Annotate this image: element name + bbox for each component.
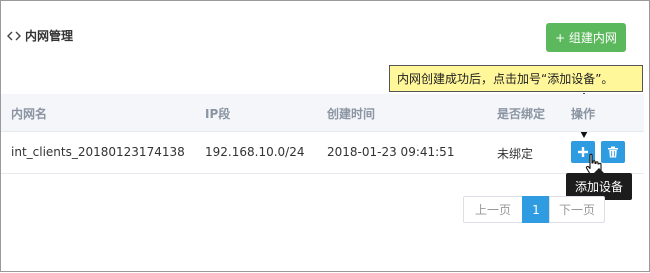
next-page-button[interactable]: 下一页	[549, 196, 605, 223]
column-header-created: 创建时间	[327, 107, 376, 121]
pagination: 上一页 1 下一页	[463, 196, 605, 223]
delete-button[interactable]	[601, 141, 625, 163]
content-panel: 内网管理 + 组建内网 内网创建成功后，点击加号“添加设备”。 内网名 IP段 …	[0, 0, 650, 272]
table-row: int_clients_20180123174138 192.168.10.0/…	[1, 132, 644, 174]
instruction-callout: 内网创建成功后，点击加号“添加设备”。	[389, 65, 643, 92]
cell-bound-status: 未绑定	[497, 147, 534, 161]
page-1-button[interactable]: 1	[522, 196, 550, 223]
prev-page-button[interactable]: 上一页	[463, 196, 523, 223]
column-header-name: 内网名	[11, 107, 48, 121]
column-header-bound: 是否绑定	[497, 107, 546, 121]
cell-created-time: 2018-01-23 09:41:51	[327, 145, 455, 159]
page-title: 内网管理	[7, 27, 73, 44]
page-title-text: 内网管理	[25, 29, 74, 43]
trash-icon	[608, 146, 618, 158]
column-header-actions: 操作	[571, 107, 596, 121]
create-intranet-button[interactable]: + 组建内网	[546, 23, 626, 52]
cell-intranet-name: int_clients_20180123174138	[11, 145, 185, 159]
code-brackets-icon	[7, 31, 21, 40]
cell-ip-range: 192.168.10.0/24	[205, 145, 305, 159]
table-header: 内网名 IP段 创建时间 是否绑定 操作	[1, 94, 644, 132]
column-header-ip: IP段	[205, 107, 231, 121]
